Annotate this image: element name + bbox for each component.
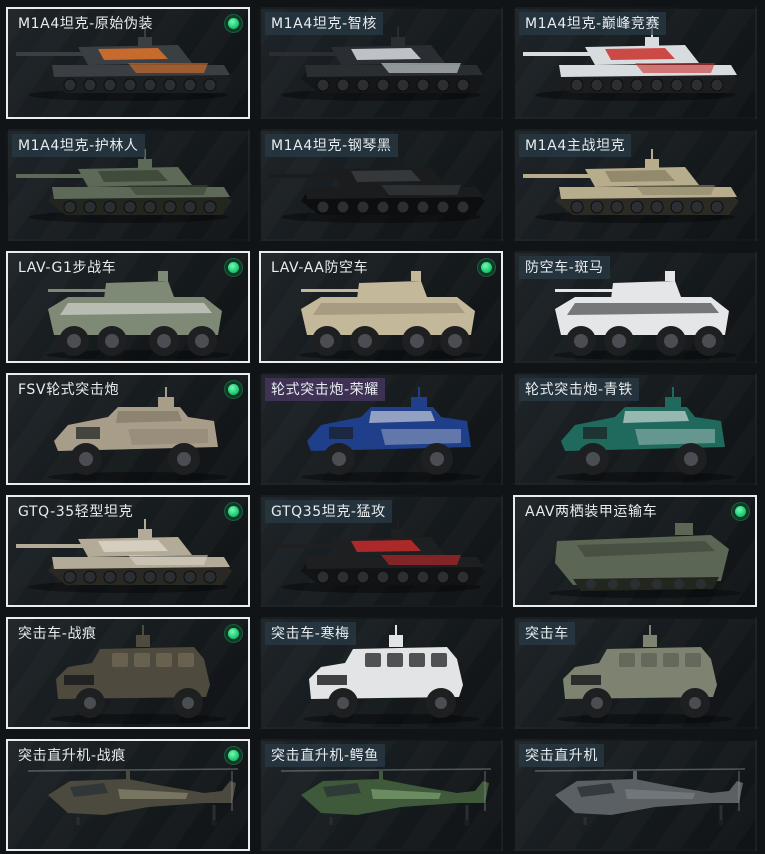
vehicle-card[interactable]: GTQ-35轻型坦克 <box>6 495 250 607</box>
vehicle-name: AAV两栖装甲运输车 <box>525 504 658 520</box>
equipped-indicator-icon <box>478 259 495 276</box>
vehicle-grid: M1A4坦克-原始伪装 M1A4坦克-智核 M1A4坦克-巅峰竞赛 M1A4坦克… <box>0 0 765 854</box>
equipped-indicator-icon <box>732 503 749 520</box>
vehicle-name: FSV轮式突击炮 <box>18 382 120 398</box>
equipped-indicator-icon <box>225 747 242 764</box>
vehicle-card[interactable]: 轮式突击炮-青铁 <box>513 373 757 485</box>
vehicle-name: M1A4坦克-原始伪装 <box>18 16 154 32</box>
vehicle-name: GTQ35坦克-猛攻 <box>265 500 392 523</box>
vehicle-name: M1A4主战坦克 <box>519 134 632 157</box>
vehicle-card[interactable]: 突击直升机-战痕 <box>6 739 250 851</box>
vehicle-name: M1A4坦克-护林人 <box>12 134 145 157</box>
vehicle-card[interactable]: LAV-G1步战车 <box>6 251 250 363</box>
vehicle-card[interactable]: AAV两栖装甲运输车 <box>513 495 757 607</box>
vehicle-card[interactable]: LAV-AA防空车 <box>259 251 503 363</box>
equipped-indicator-icon <box>225 625 242 642</box>
vehicle-card[interactable]: 轮式突击炮-荣耀 <box>259 373 503 485</box>
equipped-indicator-icon <box>225 15 242 32</box>
equipped-indicator-icon <box>225 503 242 520</box>
vehicle-card[interactable]: GTQ35坦克-猛攻 <box>259 495 503 607</box>
vehicle-name: 突击直升机-鳄鱼 <box>265 744 385 767</box>
equipped-indicator-icon <box>225 259 242 276</box>
vehicle-name: GTQ-35轻型坦克 <box>18 504 134 520</box>
vehicle-card[interactable]: 突击车-寒梅 <box>259 617 503 729</box>
vehicle-name: 突击车 <box>519 622 575 645</box>
vehicle-name: 突击车-寒梅 <box>265 622 356 645</box>
vehicle-name: 轮式突击炮-青铁 <box>519 378 639 401</box>
vehicle-card[interactable]: 突击车 <box>513 617 757 729</box>
vehicle-name: LAV-AA防空车 <box>271 260 369 276</box>
vehicle-name: 突击直升机 <box>519 744 604 767</box>
vehicle-card[interactable]: M1A4主战坦克 <box>513 129 757 241</box>
vehicle-card[interactable]: 突击直升机 <box>513 739 757 851</box>
vehicle-card[interactable]: M1A4坦克-钢琴黑 <box>259 129 503 241</box>
equipped-indicator-icon <box>225 381 242 398</box>
vehicle-name: 突击车-战痕 <box>18 626 97 642</box>
vehicle-name: M1A4坦克-巅峰竞赛 <box>519 12 667 35</box>
vehicle-name: 突击直升机-战痕 <box>18 748 126 764</box>
vehicle-card[interactable]: 突击车-战痕 <box>6 617 250 729</box>
vehicle-name: 防空车-斑马 <box>519 256 610 279</box>
vehicle-card[interactable]: M1A4坦克-智核 <box>259 7 503 119</box>
vehicle-name: LAV-G1步战车 <box>18 260 117 276</box>
vehicle-name: M1A4坦克-智核 <box>265 12 383 35</box>
vehicle-card[interactable]: 防空车-斑马 <box>513 251 757 363</box>
vehicle-card[interactable]: M1A4坦克-护林人 <box>6 129 250 241</box>
vehicle-card[interactable]: 突击直升机-鳄鱼 <box>259 739 503 851</box>
vehicle-name: M1A4坦克-钢琴黑 <box>265 134 398 157</box>
vehicle-card[interactable]: FSV轮式突击炮 <box>6 373 250 485</box>
vehicle-card[interactable]: M1A4坦克-巅峰竞赛 <box>513 7 757 119</box>
vehicle-card[interactable]: M1A4坦克-原始伪装 <box>6 7 250 119</box>
vehicle-name: 轮式突击炮-荣耀 <box>265 378 385 401</box>
